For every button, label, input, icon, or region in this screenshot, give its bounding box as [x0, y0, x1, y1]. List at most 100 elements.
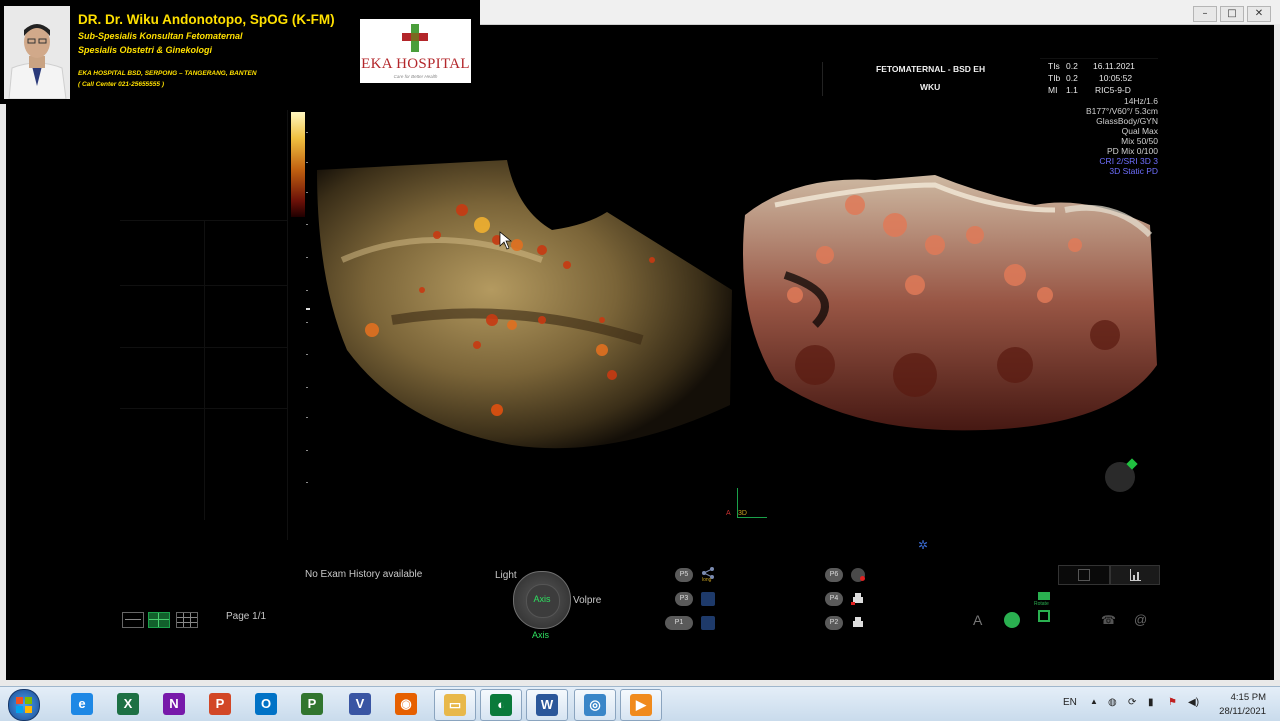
param-line: GlassBody/GYN — [1096, 116, 1158, 126]
flag-icon[interactable]: ⚑ — [1168, 697, 1177, 708]
taskbar-remote-desktop[interactable]: ◎ — [574, 689, 616, 721]
taskbar: e X N P O P V ◉ ▭ ◐ W ◎ ▶ EN ▲ ◍ ⟳ ▮ ⚑ ◀) 4:15 PM 28… — [0, 686, 1280, 721]
institution-name: FETOMATERNAL - BSD EH — [876, 64, 986, 74]
dial-axis-label: Axis — [532, 630, 550, 640]
start-button[interactable] — [8, 689, 40, 721]
snowflake-icon: ✲ — [918, 538, 929, 552]
firefox-icon: ◉ — [395, 693, 417, 715]
share-icon[interactable]: long — [701, 566, 715, 584]
viewpoint-icon: ◐ — [490, 694, 512, 716]
bar-chart-icon — [1130, 569, 1141, 581]
email-button[interactable]: @ — [1134, 612, 1147, 627]
window-left-border — [0, 24, 6, 686]
powerpoint-icon: P — [209, 693, 231, 715]
excel-icon: X — [117, 693, 139, 715]
maximize-button[interactable]: □ — [1220, 6, 1244, 22]
report-button[interactable] — [1058, 565, 1110, 585]
windows-logo-icon — [16, 697, 32, 713]
taskbar-firefox[interactable]: ◉ — [386, 689, 426, 719]
internet-explorer-icon: e — [71, 693, 93, 715]
rotary-dial[interactable]: Axis — [513, 571, 571, 629]
call-center: ( Call Center 021-25655555 ) — [78, 81, 164, 88]
taskbar-onenote[interactable]: N — [154, 689, 194, 719]
taskbar-word[interactable]: W — [526, 689, 568, 721]
close-button[interactable]: ✕ — [1247, 6, 1271, 22]
layout-grid-icon[interactable] — [176, 612, 198, 628]
window-title-bar: – □ ✕ — [480, 0, 1280, 25]
depth-scale — [306, 112, 310, 512]
preset-p1-button[interactable]: P1 — [665, 616, 693, 630]
layout-single-icon[interactable] — [122, 612, 144, 628]
taskbar-internet-explorer[interactable]: e — [62, 689, 102, 719]
probe-name: RIC5-9-D — [1095, 85, 1131, 95]
onenote-icon: N — [163, 693, 185, 715]
green-arrow-icon[interactable] — [1004, 612, 1020, 628]
language-indicator[interactable]: EN — [1063, 697, 1077, 708]
taskbar-file-explorer[interactable]: ▭ — [434, 689, 476, 721]
taskbar-visio[interactable]: V — [340, 689, 380, 719]
chart-button[interactable] — [1110, 565, 1160, 585]
dial-volpre-label: Volpre — [573, 595, 602, 606]
taskbar-project[interactable]: P — [292, 689, 332, 719]
preset-p5-button[interactable]: P5 — [675, 568, 693, 582]
volume-icon[interactable]: ◀) — [1188, 697, 1199, 708]
view-3d-label: 3D — [738, 510, 747, 517]
preset-p3-button[interactable]: P3 — [675, 592, 693, 606]
clock-time[interactable]: 4:15 PM — [1210, 692, 1266, 703]
visio-icon: V — [349, 693, 371, 715]
sync-icon[interactable]: ⟳ — [1128, 697, 1136, 708]
outlook-icon: O — [255, 693, 277, 715]
media-player-icon: ▶ — [630, 694, 652, 716]
exam-date: 16.11.2021 — [1093, 61, 1135, 71]
info-divider — [822, 62, 823, 96]
annotation-a-button[interactable]: A — [973, 612, 982, 628]
ultrasound-3d-render[interactable] — [735, 165, 1160, 450]
tis-label: TIs — [1048, 61, 1060, 71]
preset-p5-tag: long — [702, 577, 712, 583]
param-line: B177°/V60°/ 5.3cm — [1085, 106, 1158, 116]
clock-date[interactable]: 28/11/2021 — [1210, 706, 1266, 717]
save-3d-icon[interactable] — [701, 616, 715, 630]
minimize-button[interactable]: – — [1193, 6, 1217, 22]
dial-light-label: Light — [495, 570, 517, 581]
doctor-subtitle-1: Sub-Spesialis Konsultan Fetomaternal — [78, 31, 243, 41]
taskbar-excel[interactable]: X — [108, 689, 148, 719]
layout-quad-icon[interactable] — [148, 612, 170, 628]
logo-cross-icon — [402, 24, 428, 52]
doctor-subtitle-2: Spesialis Obstetri & Ginekologi — [78, 45, 213, 55]
show-hidden-icons[interactable]: ▲ — [1090, 697, 1098, 706]
taskbar-media-player[interactable]: ▶ — [620, 689, 662, 721]
preset-p4-button[interactable]: P4 — [825, 592, 843, 606]
print-icon[interactable] — [851, 592, 865, 606]
remote-desktop-icon: ◎ — [584, 694, 606, 716]
phone-icon[interactable]: ☎ — [1101, 613, 1116, 627]
preset-p2-button[interactable]: P2 — [825, 616, 843, 630]
date-time-block: 16.11.2021 10:05:52 RIC5-9-D — [1092, 61, 1158, 97]
doctor-name: DR. Dr. Wiku Andonotopo, SpOG (K-FM) — [78, 12, 335, 27]
ultrasound-2d-image[interactable] — [312, 150, 737, 450]
network-icon[interactable]: ◍ — [1108, 697, 1117, 708]
doctor-photo — [4, 6, 70, 99]
print-icon[interactable] — [851, 616, 865, 630]
taskbar-viewpoint[interactable]: ◐ — [480, 689, 522, 721]
dial-center-label: Axis — [533, 594, 551, 604]
param-line: Qual Max — [1121, 126, 1158, 136]
logo-tagline: Care for Better Health — [393, 74, 438, 79]
page-indicator: Page 1/1 — [226, 611, 267, 622]
taskbar-outlook[interactable]: O — [246, 689, 286, 719]
preset-p6-button[interactable]: P6 — [825, 568, 843, 582]
tis-value: 0.2 — [1066, 61, 1078, 71]
taskbar-powerpoint[interactable]: P — [200, 689, 240, 719]
record-icon[interactable] — [851, 568, 865, 582]
exam-time: 10:05:52 — [1099, 73, 1133, 83]
logo-text: EKA HOSPITAL — [361, 56, 470, 72]
view-a-label: A — [726, 510, 731, 517]
tib-value: 0.2 — [1066, 73, 1078, 83]
project-icon: P — [301, 693, 323, 715]
mi-value: 1.1 — [1066, 85, 1078, 95]
param-line: 14Hz/1.6 — [1123, 96, 1158, 106]
window-right-border — [1274, 24, 1280, 686]
power-icon[interactable]: ▮ — [1148, 697, 1154, 708]
rotate-control[interactable]: Rotate — [1034, 592, 1052, 630]
save-3d-icon[interactable] — [701, 592, 715, 606]
